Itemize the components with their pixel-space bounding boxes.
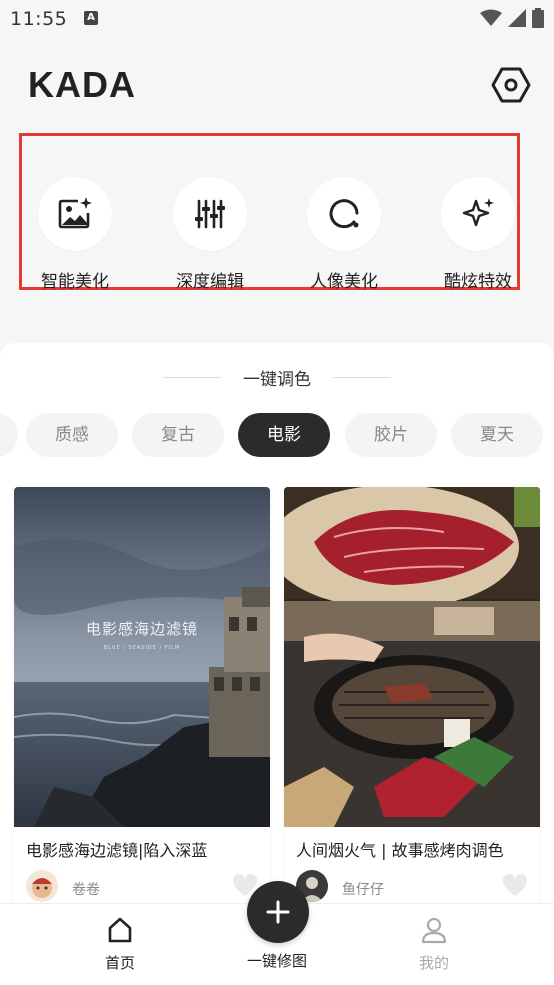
tool-label: 酷炫特效 — [444, 272, 512, 292]
sparkle-icon — [462, 198, 494, 227]
tool-icon-circle — [38, 177, 112, 251]
card-overlay-subtitle: BLUE / SEASIDE / FILM — [104, 645, 180, 651]
filter-chips: 质感 复古 电影 胶片 夏天 — [0, 413, 554, 457]
wifi-icon — [480, 9, 502, 26]
nav-label: 我的 — [418, 954, 449, 972]
section-header: 一键调色 — [0, 365, 554, 390]
app-logo: KADA — [28, 64, 136, 105]
heart-icon[interactable] — [502, 873, 528, 899]
nav-one-click-edit[interactable]: 一键修图 — [227, 950, 327, 971]
tool-icon-circle — [441, 177, 515, 251]
tool-label: 智能美化 — [41, 272, 109, 292]
status-icons — [480, 8, 544, 28]
chip-movie[interactable]: 电影 — [238, 413, 330, 457]
section-title: 一键调色 — [243, 370, 311, 390]
user-icon — [421, 917, 447, 944]
sliders-icon — [195, 199, 225, 229]
chip-retro[interactable]: 复古 — [132, 413, 224, 457]
card-overlay-title: 电影感海边滤镜 — [86, 620, 198, 638]
tool-portrait-beautify[interactable]: 人像美化 — [284, 177, 404, 292]
card-title: 人间烟火气 | 故事感烤肉调色 — [296, 841, 504, 860]
tool-icon-circle — [307, 177, 381, 251]
preset-card-seaside[interactable]: 电影感海边滤镜 BLUE / SEASIDE / FILM 电影感海边滤镜|陷入… — [14, 487, 270, 903]
chip-summer[interactable]: 夏天 — [451, 413, 543, 457]
notification-a-icon: A — [84, 11, 98, 25]
tool-icon-circle — [173, 177, 247, 251]
card-image-seaside: 电影感海边滤镜 BLUE / SEASIDE / FILM — [14, 487, 270, 827]
avatar[interactable] — [26, 870, 58, 902]
tool-cool-effects[interactable]: 酷炫特效 — [418, 177, 538, 292]
plus-icon — [266, 900, 290, 924]
tool-deep-edit[interactable]: 深度编辑 — [150, 177, 270, 292]
chip-texture[interactable]: 质感 — [26, 413, 118, 457]
preset-card-bbq[interactable]: 人间烟火气 | 故事感烤肉调色 鱼仔仔 — [284, 487, 540, 903]
card-title: 电影感海边滤镜|陷入深蓝 — [26, 841, 208, 860]
card-author: 卷卷 — [72, 882, 100, 898]
battery-icon — [532, 8, 544, 28]
status-time: 11:55 — [10, 8, 68, 30]
chip-film[interactable]: 胶片 — [345, 413, 437, 457]
signal-icon — [508, 9, 526, 27]
image-sparkle-icon — [58, 197, 92, 229]
tool-label: 人像美化 — [310, 272, 378, 292]
portrait-circle-icon — [329, 199, 359, 229]
card-author: 鱼仔仔 — [342, 882, 384, 898]
settings-button[interactable] — [490, 64, 532, 106]
hexagon-settings-icon — [491, 67, 531, 103]
chip-partial[interactable] — [0, 413, 18, 457]
tool-label: 深度编辑 — [176, 272, 244, 292]
nav-home[interactable]: 首页 — [70, 916, 170, 973]
presets-sheet: 一键调色 质感 复古 电影 胶片 夏天 电影感海边滤镜 BLUE / SEASI… — [0, 343, 554, 903]
card-image-bbq — [284, 487, 540, 827]
home-icon — [108, 917, 132, 943]
divider-line — [333, 377, 391, 378]
add-edit-fab[interactable] — [247, 881, 309, 943]
tool-smart-beautify[interactable]: 智能美化 — [15, 177, 135, 292]
status-bar: 11:55 A — [0, 0, 554, 38]
nav-profile[interactable]: 我的 — [384, 916, 484, 973]
nav-label: 一键修图 — [246, 952, 307, 970]
nav-label: 首页 — [104, 954, 135, 972]
divider-line — [163, 377, 221, 378]
